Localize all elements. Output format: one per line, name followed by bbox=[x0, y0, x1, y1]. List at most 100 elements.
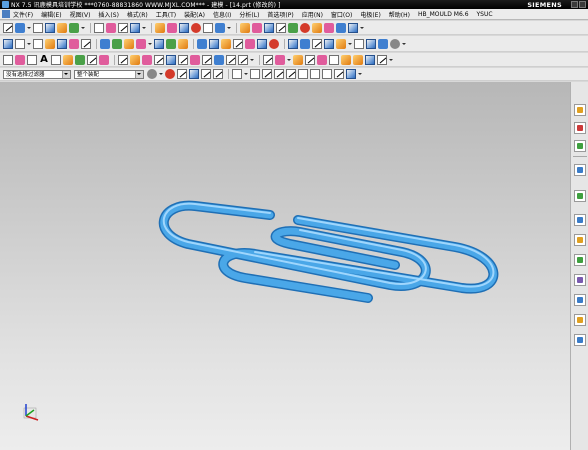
face-analysis-icon[interactable] bbox=[353, 54, 363, 65]
pattern-icon[interactable] bbox=[166, 38, 176, 49]
menu-information[interactable]: 信息(I) bbox=[213, 10, 231, 19]
pocket-icon[interactable] bbox=[81, 38, 91, 49]
rotate-selection-icon[interactable] bbox=[189, 69, 199, 79]
menu-tools[interactable]: 工具(T) bbox=[156, 10, 176, 19]
snap-arc-center-icon[interactable] bbox=[298, 69, 308, 79]
constraint-navigator-icon[interactable] bbox=[574, 122, 586, 134]
cylinder-icon[interactable] bbox=[45, 38, 55, 49]
pull-face-icon[interactable] bbox=[300, 38, 310, 49]
offset-face-icon[interactable] bbox=[288, 22, 298, 33]
revolve-icon[interactable] bbox=[130, 22, 140, 33]
replace-face-icon[interactable] bbox=[245, 38, 255, 49]
arc-icon[interactable] bbox=[202, 54, 212, 65]
hole-icon[interactable] bbox=[155, 22, 165, 33]
new-part-icon[interactable] bbox=[3, 38, 13, 49]
unite-icon[interactable] bbox=[215, 22, 225, 33]
view-fit-icon[interactable] bbox=[3, 22, 13, 33]
sketch-plane-icon[interactable] bbox=[3, 54, 13, 65]
palette-icon[interactable] bbox=[574, 334, 586, 346]
snap-point-on-face-icon[interactable] bbox=[346, 69, 356, 79]
n-sided-surface-icon[interactable] bbox=[329, 54, 339, 65]
offset-region-icon[interactable] bbox=[312, 38, 322, 49]
chevron-down-icon[interactable] bbox=[62, 70, 70, 78]
system-materials-icon[interactable] bbox=[574, 234, 586, 246]
measure-icon[interactable] bbox=[366, 38, 376, 49]
trim-curve-icon[interactable] bbox=[154, 54, 164, 65]
mirror-icon[interactable] bbox=[203, 22, 213, 33]
assembly-navigator-icon[interactable] bbox=[574, 104, 586, 116]
split-body-icon[interactable] bbox=[276, 22, 286, 33]
chevron-down-icon[interactable] bbox=[142, 23, 146, 33]
menu-file[interactable]: 文件(F) bbox=[13, 10, 33, 19]
pan-icon[interactable] bbox=[15, 22, 25, 33]
face-blend-icon[interactable] bbox=[209, 38, 219, 49]
bridge-curve-icon[interactable] bbox=[118, 54, 128, 65]
rotate-icon[interactable] bbox=[33, 22, 43, 33]
chevron-down-icon[interactable] bbox=[244, 69, 248, 79]
project-curve-icon[interactable] bbox=[130, 54, 140, 65]
web-browser-icon[interactable] bbox=[574, 190, 586, 202]
draft-analysis-icon[interactable] bbox=[377, 54, 387, 65]
boss-icon[interactable] bbox=[69, 38, 79, 49]
type-filter-select[interactable]: 没有选择过滤器 bbox=[3, 69, 71, 79]
wcs-icon[interactable] bbox=[232, 69, 242, 79]
thicken-icon[interactable] bbox=[221, 38, 231, 49]
chevron-down-icon[interactable] bbox=[348, 39, 352, 49]
ellipse-icon[interactable] bbox=[263, 54, 273, 65]
chevron-down-icon[interactable] bbox=[287, 55, 291, 65]
menu-ysuc[interactable]: YSUC bbox=[477, 11, 493, 18]
synchronous-icon[interactable] bbox=[269, 38, 279, 49]
blend-icon[interactable] bbox=[167, 22, 177, 33]
rectangle-icon[interactable] bbox=[27, 54, 37, 65]
trim-body-icon[interactable] bbox=[264, 22, 274, 33]
roles-icon[interactable] bbox=[574, 294, 586, 306]
save-icon[interactable] bbox=[33, 38, 43, 49]
open-icon[interactable] bbox=[15, 38, 25, 49]
ruled-icon[interactable] bbox=[317, 54, 327, 65]
section-view-icon[interactable] bbox=[354, 38, 364, 49]
sketch-icon[interactable] bbox=[106, 22, 116, 33]
reuse-library-icon[interactable] bbox=[574, 164, 586, 176]
chevron-down-icon[interactable] bbox=[27, 23, 31, 33]
extrude-icon[interactable] bbox=[118, 22, 128, 33]
shell-icon[interactable] bbox=[191, 22, 201, 33]
pad-icon[interactable] bbox=[100, 38, 110, 49]
snap-icon[interactable] bbox=[213, 69, 223, 79]
history-icon[interactable] bbox=[574, 214, 586, 226]
paper-clip-model[interactable] bbox=[158, 200, 499, 303]
swept-icon[interactable] bbox=[305, 54, 315, 65]
menu-window[interactable]: 窗口(O) bbox=[331, 10, 352, 19]
undo-icon[interactable] bbox=[177, 69, 187, 79]
sew-icon[interactable] bbox=[178, 38, 188, 49]
through-curves-icon[interactable] bbox=[293, 54, 303, 65]
snap-intersection-icon[interactable] bbox=[286, 69, 296, 79]
patch-icon[interactable] bbox=[233, 38, 243, 49]
chevron-down-icon[interactable] bbox=[360, 23, 364, 33]
menu-view[interactable]: 视图(V) bbox=[70, 10, 91, 19]
shaded-edges-icon[interactable] bbox=[57, 22, 67, 33]
curve-icon[interactable] bbox=[87, 54, 97, 65]
datum-csys-icon[interactable] bbox=[63, 54, 73, 65]
delete-face-icon[interactable] bbox=[257, 38, 267, 49]
move-face-icon[interactable] bbox=[288, 38, 298, 49]
edge-blend-icon[interactable] bbox=[197, 38, 207, 49]
slot-icon[interactable] bbox=[112, 38, 122, 49]
menu-hb-mould[interactable]: HB_MOULD M6.6 bbox=[418, 11, 469, 18]
selection-scope-select[interactable]: 整个装配 bbox=[74, 69, 144, 79]
snap-control-point-icon[interactable] bbox=[274, 69, 284, 79]
block-icon[interactable] bbox=[348, 22, 358, 33]
menu-insert[interactable]: 插入(S) bbox=[98, 10, 119, 19]
snap-endpoint-icon[interactable] bbox=[250, 69, 260, 79]
chevron-down-icon[interactable] bbox=[27, 39, 31, 49]
graphics-window[interactable] bbox=[0, 82, 570, 450]
chevron-down-icon[interactable] bbox=[159, 69, 163, 79]
draft-icon[interactable] bbox=[312, 22, 322, 33]
chevron-down-icon[interactable] bbox=[389, 55, 393, 65]
scale-body-icon[interactable] bbox=[324, 22, 334, 33]
layer-icon[interactable] bbox=[94, 22, 104, 33]
system-menu-icon[interactable] bbox=[2, 10, 10, 18]
join-curve-icon[interactable] bbox=[178, 54, 188, 65]
thread-icon[interactable] bbox=[136, 38, 146, 49]
deselect-all-icon[interactable] bbox=[165, 69, 175, 79]
polygon-icon[interactable] bbox=[238, 54, 248, 65]
